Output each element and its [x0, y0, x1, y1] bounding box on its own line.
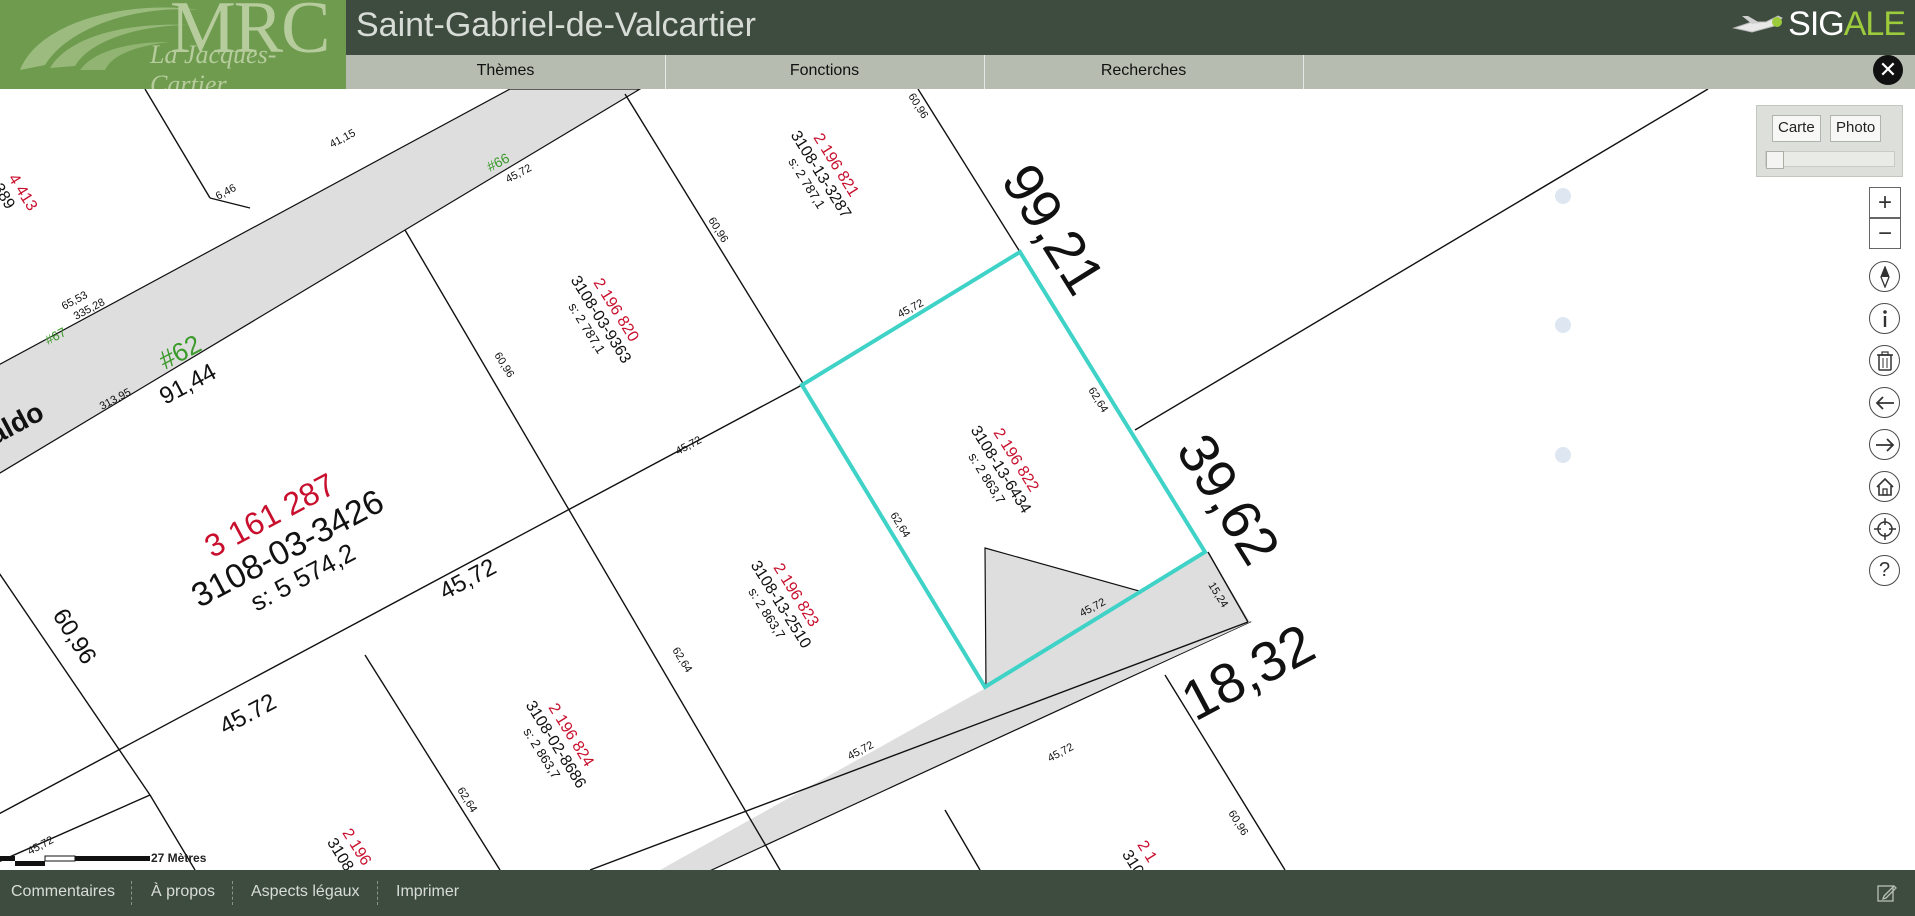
trash-icon [1876, 350, 1893, 371]
plane-logo-icon [1732, 15, 1784, 33]
footer-link-legal[interactable]: Aspects légaux [251, 883, 360, 901]
lot-label-2196824[interactable]: 2 196 824 3108-02-8686 s: 2 863,7 [509, 688, 604, 799]
dimension-medium-4: 60,96 [47, 604, 102, 669]
lot-label-partial-bottom-a: 2 196 3108- [323, 826, 374, 870]
info-button[interactable] [1869, 303, 1900, 334]
dimension-medium-3: 45.72 [215, 688, 281, 740]
arrow-left-icon [1875, 395, 1894, 410]
tab-themes[interactable]: Thèmes [346, 55, 666, 89]
logo-text-sub: La Jacques-Cartier [150, 40, 277, 89]
info-icon [1882, 309, 1887, 327]
photo-layer-button[interactable]: Photo [1830, 115, 1882, 142]
delete-button[interactable] [1869, 345, 1900, 376]
zoom-out-button[interactable]: − [1869, 218, 1901, 249]
page-title: Saint-Gabriel-de-Valcartier [356, 6, 756, 44]
locate-button[interactable] [1869, 513, 1900, 544]
help-icon: ? [1878, 559, 1891, 581]
basemap-switcher: Carte Photo [1756, 105, 1903, 177]
help-button[interactable]: ? [1869, 555, 1900, 586]
mrc-logo[interactable]: MRC La Jacques-Cartier [0, 0, 346, 89]
home-button[interactable] [1869, 471, 1900, 502]
tab-recherches[interactable]: Recherches [984, 55, 1304, 89]
footer-link-about[interactable]: À propos [151, 883, 215, 901]
map-canvas[interactable]: 3 161 287 3108-03-3426 s: 5 574,2 2 196 … [0, 89, 1915, 870]
footer-link-comments[interactable]: Commentaires [11, 883, 115, 901]
dimension-large-2: 39,62 [1165, 423, 1293, 575]
svg-text:6,46: 6,46 [214, 182, 239, 203]
brand-logo: SIGALE [1732, 4, 1906, 44]
lot-label-partial-bottom-b: 2 1 310 [1118, 838, 1160, 870]
scale-bar [0, 855, 150, 866]
arrow-right-icon [1875, 437, 1894, 452]
cadastre-layer[interactable]: 3 161 287 3108-03-3426 s: 5 574,2 2 196 … [0, 89, 1915, 870]
dimension-medium-2: 45,72 [435, 553, 501, 605]
lot-label-3161287[interactable]: 3 161 287 3108-03-3426 s: 5 574,2 [168, 450, 403, 640]
home-icon [1875, 477, 1894, 496]
compass-button[interactable] [1869, 261, 1900, 292]
dimension-large-1: 99,21 [990, 153, 1118, 305]
scale-label: 27 Mètres [151, 851, 207, 865]
close-icon[interactable]: ✕ [1873, 55, 1903, 85]
crosshair-icon [1873, 517, 1896, 540]
next-view-button[interactable] [1869, 429, 1900, 460]
lot-label-2196820[interactable]: 2 196 820 3108-03-9363 s: 2 787,1 [554, 263, 649, 374]
watermark-marks [1555, 188, 1571, 463]
opacity-slider-thumb[interactable] [1766, 151, 1784, 169]
opacity-slider[interactable] [1765, 151, 1895, 169]
lot-label-2196822[interactable]: 2 196 822 3108-13-6434 s: 2 863,7 [954, 413, 1049, 524]
menu-bar: Thèmes Fonctions Recherches [346, 55, 1915, 89]
map-layer-button[interactable]: Carte [1772, 115, 1821, 142]
zoom-in-button[interactable]: + [1869, 187, 1901, 218]
previous-view-button[interactable] [1869, 387, 1900, 418]
lot-label-2196821[interactable]: 2 196 821 3108-13-3287 s: 2 787,1 [774, 118, 869, 229]
footer-separator [131, 881, 132, 905]
footer-link-print[interactable]: Imprimer [396, 883, 459, 901]
footer-bar: Commentaires À propos Aspects légaux Imp… [0, 870, 1915, 916]
zoom-in-icon: + [1877, 188, 1892, 216]
svg-text:60,96: 60,96 [905, 91, 930, 121]
tab-fonctions[interactable]: Fonctions [665, 55, 985, 89]
road-lower-fill [660, 552, 1250, 870]
zoom-out-icon: − [1877, 219, 1892, 247]
svg-text:45,72: 45,72 [1046, 741, 1076, 765]
footer-separator [377, 881, 378, 905]
footer-separator [232, 881, 233, 905]
brand-name: SIGALE [1788, 4, 1906, 43]
road-upper [0, 89, 642, 474]
svg-text:60,96: 60,96 [491, 350, 516, 380]
compass-icon [1879, 265, 1890, 288]
lot-label-2196823[interactable]: 2 196 823 3108-13-2510 s: 2 863,7 [734, 548, 829, 659]
svg-text:60,96: 60,96 [1225, 808, 1250, 838]
svg-text:62,64: 62,64 [669, 645, 694, 675]
edit-icon[interactable] [1877, 883, 1897, 903]
svg-text:41,15: 41,15 [328, 127, 358, 151]
svg-text:62,64: 62,64 [454, 785, 479, 815]
lot-label-partial-left: 4 413 389 [0, 171, 40, 214]
svg-text:45,72: 45,72 [674, 434, 704, 458]
